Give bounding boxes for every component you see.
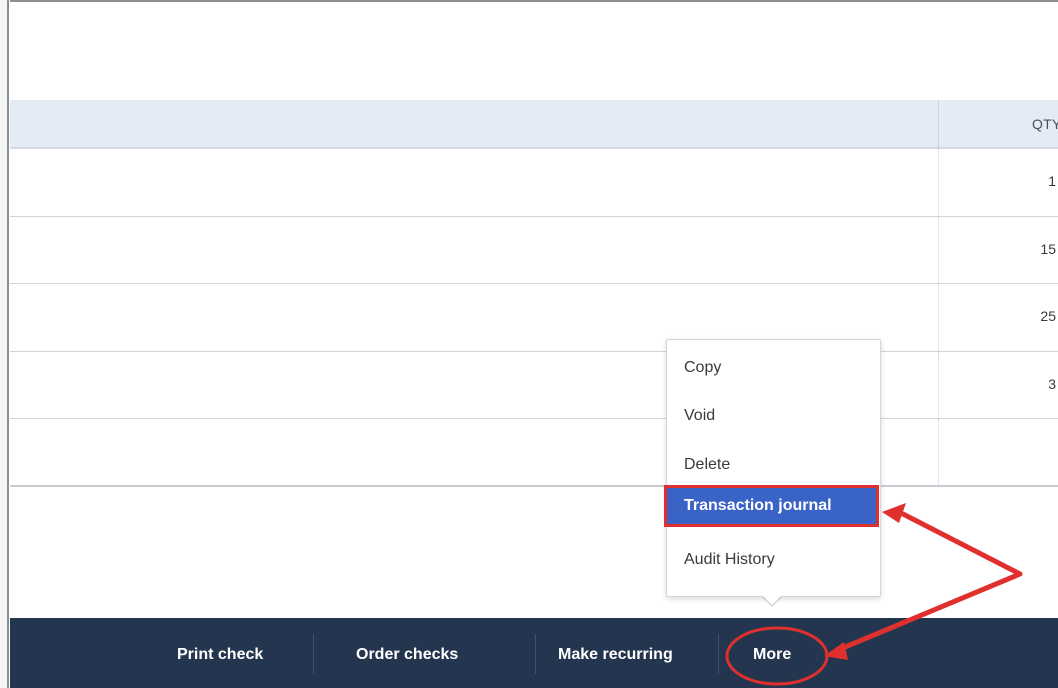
table-header: QTY <box>10 100 1058 149</box>
menu-item-void[interactable]: Void <box>667 398 880 434</box>
qty-cell[interactable]: 15 <box>998 241 1058 257</box>
table-row[interactable]: 15 <box>10 216 1058 285</box>
row-column-divider <box>938 149 939 216</box>
table-row[interactable] <box>10 419 1058 487</box>
bottom-action-bar: Print check Order checks Make recurring … <box>10 618 1058 688</box>
row-column-divider <box>938 284 939 351</box>
arrowhead-to-menu-item <box>882 503 906 523</box>
print-check-button[interactable]: Print check <box>177 618 263 688</box>
more-dropdown-menu: Copy Void Delete Transaction journal Aud… <box>664 339 881 597</box>
table-row[interactable]: 1 <box>10 149 1058 217</box>
row-column-divider <box>938 351 939 419</box>
order-checks-button[interactable]: Order checks <box>356 618 458 688</box>
header-column-divider <box>938 100 939 149</box>
row-column-divider <box>938 419 939 485</box>
menu-caret <box>763 596 781 605</box>
footer-separator <box>313 634 314 674</box>
make-recurring-button[interactable]: Make recurring <box>558 618 673 688</box>
frame-edge-left <box>0 0 10 688</box>
table-row[interactable]: 3 <box>10 351 1058 420</box>
footer-separator <box>535 634 536 674</box>
menu-item-audit-history[interactable]: Audit History <box>667 542 880 578</box>
frame-edge-top <box>0 0 1058 2</box>
qty-cell[interactable]: 25 <box>998 308 1058 324</box>
menu-item-delete[interactable]: Delete <box>667 447 880 483</box>
row-column-divider <box>938 216 939 284</box>
more-button[interactable]: More <box>753 618 791 688</box>
footer-separator <box>718 634 719 674</box>
qty-cell[interactable]: 1 <box>998 173 1058 189</box>
table-row[interactable]: 25 <box>10 284 1058 352</box>
qty-column-header[interactable]: QTY <box>1032 116 1058 132</box>
menu-item-copy[interactable]: Copy <box>667 350 880 386</box>
line-items-table: QTY 1 15 25 3 <box>10 100 1058 487</box>
menu-item-transaction-journal[interactable]: Transaction journal <box>664 485 879 527</box>
qty-cell[interactable]: 3 <box>998 376 1058 392</box>
app-frame: QTY 1 15 25 3 Copy Void Delete Transacti… <box>0 0 1058 688</box>
